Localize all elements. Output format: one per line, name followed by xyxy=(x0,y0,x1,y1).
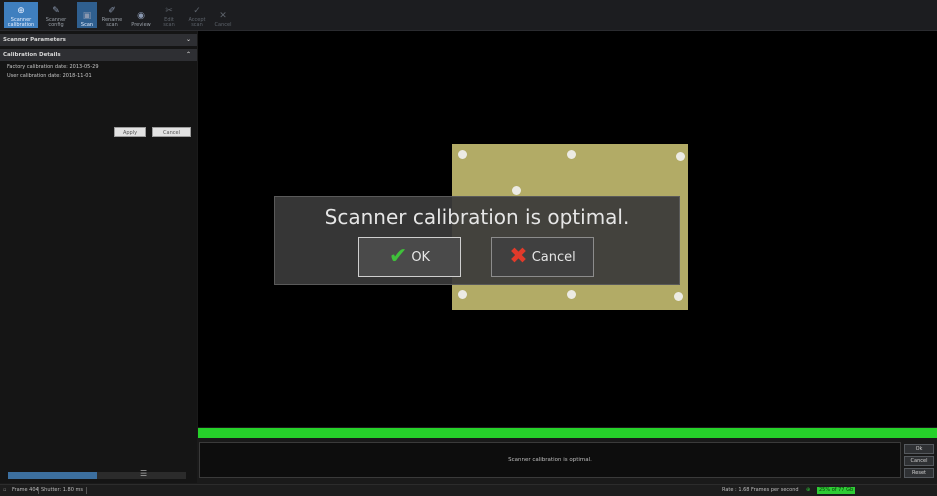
apply-button[interactable]: Apply xyxy=(114,127,146,137)
frame-rate: Rate : 1.68 Frames per second xyxy=(722,487,799,493)
board-hole xyxy=(567,150,576,159)
menu-icon[interactable]: ☰ xyxy=(140,469,147,478)
close-icon: ✖ xyxy=(509,244,528,269)
edit-scan-button[interactable]: ✂ Edit scan xyxy=(158,2,180,28)
board-hole xyxy=(676,152,685,161)
dialog-message: Scanner calibration is optimal. xyxy=(324,205,630,229)
cancel-label: Cancel xyxy=(531,249,576,265)
ok-button[interactable]: ✔ OK xyxy=(358,237,461,277)
crosshair-icon: ⊕ xyxy=(17,6,25,16)
cancel-button[interactable]: Cancel xyxy=(152,127,191,137)
shutter-value: Shutter: 1.80 ms xyxy=(41,487,83,493)
calibration-details-header[interactable]: Calibration Details ⌃ xyxy=(0,49,197,61)
preview-button[interactable]: ◉ Preview xyxy=(129,2,153,28)
scanner-parameters-header[interactable]: Scanner Parameters ⌄ xyxy=(0,34,197,46)
chevron-up-icon[interactable]: ⌃ xyxy=(186,49,191,61)
progress-fill xyxy=(8,472,97,479)
scan-viewport: Scanner calibration is optimal. ✔ OK ✖ C… xyxy=(198,31,937,427)
factory-calibration-date: Factory calibration date: 2013-05-29 xyxy=(7,64,99,70)
ok-label: OK xyxy=(411,249,431,265)
board-hole xyxy=(674,292,683,301)
edit-icon: ✂ xyxy=(165,6,173,16)
section-title: Scanner Parameters xyxy=(3,37,66,43)
status-indicator-icon: ▫ xyxy=(3,487,7,493)
board-hole xyxy=(567,290,576,299)
section-title: Calibration Details xyxy=(3,52,61,58)
rename-scan-button[interactable]: ✐ Rename scan xyxy=(100,2,124,28)
status-bar: ▫ Frame 404 Shutter: 1.80 ms Rate : 1.68… xyxy=(0,484,937,496)
left-progress-bar xyxy=(8,472,186,479)
message-text: Scanner calibration is optimal. xyxy=(508,457,592,463)
user-calibration-date: User calibration date: 2018-11-01 xyxy=(7,73,92,79)
frame-count: Frame 404 xyxy=(12,487,39,493)
storage-icon: ⊕ xyxy=(806,487,811,493)
accept-icon: ✓ xyxy=(193,6,201,16)
scan-progress-bar xyxy=(198,428,937,438)
eye-icon: ◉ xyxy=(137,11,145,21)
scan-icon: ▣ xyxy=(82,11,92,21)
left-panel: Scanner Parameters ⌄ Calibration Details… xyxy=(0,31,197,483)
divider xyxy=(38,487,39,494)
accept-scan-button[interactable]: ✓ Accept scan xyxy=(185,2,209,28)
divider xyxy=(86,487,87,494)
cancel-scan-button[interactable]: ✕ Cancel xyxy=(212,2,234,28)
scan-button[interactable]: ▣ Scan xyxy=(77,2,97,28)
scanner-config-button[interactable]: ✎ Scanner config xyxy=(42,2,70,28)
side-ok-button[interactable]: Ok xyxy=(904,444,934,454)
storage-usage: 25% of 77 Gb xyxy=(817,487,856,494)
pencil-icon: ✐ xyxy=(108,6,116,16)
side-cancel-button[interactable]: Cancel xyxy=(904,456,934,466)
side-reset-button[interactable]: Reset xyxy=(904,468,934,478)
cancel-icon: ✕ xyxy=(219,11,227,21)
board-hole xyxy=(458,150,467,159)
board-hole xyxy=(458,290,467,299)
board-hole xyxy=(512,186,521,195)
wrench-icon: ✎ xyxy=(52,6,60,16)
scanner-calibration-button[interactable]: ⊕ Scanner calibration xyxy=(4,2,38,28)
toolbar: ⊕ Scanner calibration ✎ Scanner config ▣… xyxy=(0,0,937,31)
calibration-dialog: Scanner calibration is optimal. ✔ OK ✖ C… xyxy=(274,196,680,285)
message-box: Scanner calibration is optimal. xyxy=(199,442,901,478)
dialog-cancel-button[interactable]: ✖ Cancel xyxy=(491,237,594,277)
chevron-down-icon[interactable]: ⌄ xyxy=(186,34,191,46)
checkmark-icon: ✔ xyxy=(388,244,408,269)
